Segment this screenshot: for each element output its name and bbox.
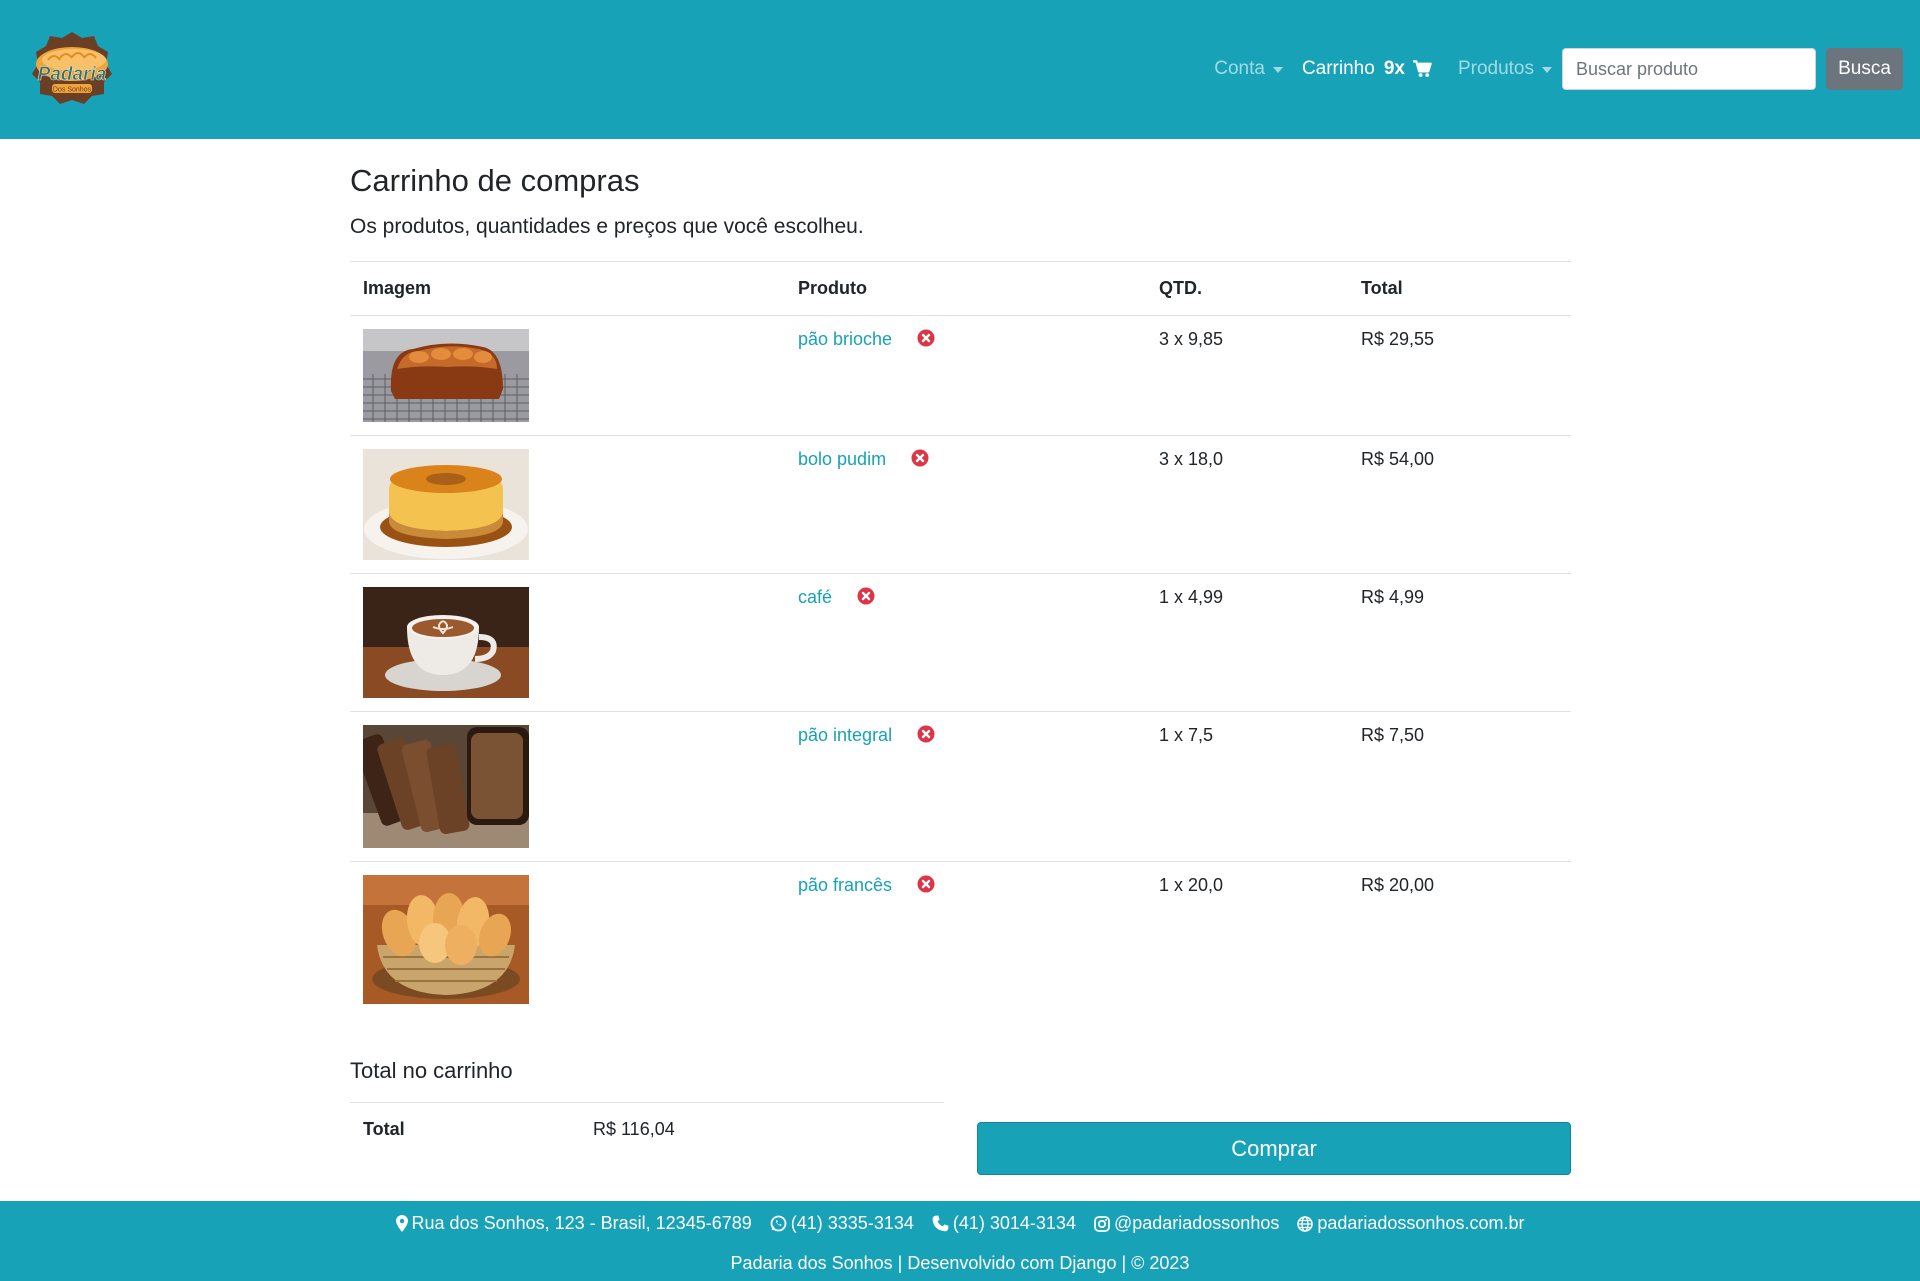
total-cell: R$ 29,55 <box>1361 329 1435 349</box>
product-image-brioche[interactable] <box>363 329 529 422</box>
whatsapp-text: (41) 3335-3134 <box>790 1213 914 1233</box>
remove-item-icon[interactable] <box>857 587 875 605</box>
footer-address: Rua dos Sonhos, 123 - Brasil, 12345-6789 <box>395 1213 752 1234</box>
summary-total-value: R$ 116,04 <box>580 1102 944 1156</box>
image-cell <box>350 573 785 712</box>
account-dropdown[interactable]: Conta <box>1214 58 1283 80</box>
product-link[interactable]: pão brioche <box>798 329 892 349</box>
summary-table: Total R$ 116,04 <box>350 1102 944 1156</box>
image-cell <box>350 316 785 436</box>
footer-phone[interactable]: (41) 3014-3134 <box>932 1213 1076 1234</box>
header-total: Total <box>1348 261 1571 316</box>
search-input[interactable] <box>1562 48 1816 90</box>
table-row: pão brioche 3 x 9,85 R$ 29,55 <box>350 316 1571 436</box>
chevron-down-icon <box>1272 67 1283 73</box>
product-link[interactable]: café <box>798 587 832 607</box>
summary-total-label: Total <box>350 1102 580 1156</box>
instagram-text: @padariadossonhos <box>1113 1213 1280 1233</box>
products-dropdown[interactable]: Produtos <box>1458 58 1552 80</box>
products-label: Produtos <box>1457 58 1534 79</box>
footer-contacts: Rua dos Sonhos, 123 - Brasil, 12345-6789… <box>0 1213 1920 1234</box>
page-subtitle: Os produtos, quantidades e preços que vo… <box>350 215 864 238</box>
search-button[interactable]: Busca <box>1826 48 1903 90</box>
total-cell: R$ 54,00 <box>1348 435 1571 574</box>
table-header-row: Imagem Produto QTD. Total <box>350 261 1571 316</box>
product-image-bolo-pudim[interactable] <box>363 449 529 560</box>
brand-logo[interactable]: Padaria Dos Sonhos <box>30 30 114 106</box>
product-image-pao-integral[interactable] <box>363 725 529 848</box>
image-cell <box>350 711 785 862</box>
footer-website[interactable]: padariadossonhos.com.br <box>1297 1213 1524 1234</box>
account-label: Conta <box>1214 58 1265 79</box>
chevron-down-icon <box>1542 67 1552 73</box>
svg-text:Dos Sonhos: Dos Sonhos <box>53 87 92 94</box>
navbar: Padaria Dos Sonhos Conta Carrinho 9x Pro… <box>0 0 1920 139</box>
product-cell: bolo pudim <box>785 435 1146 574</box>
page-title: Carrinho de compras <box>350 163 640 198</box>
footer-whatsapp[interactable]: (41) 3335-3134 <box>770 1213 914 1234</box>
product-cell: pão brioche <box>785 316 1146 436</box>
address-text: Rua dos Sonhos, 123 - Brasil, 12345-6789 <box>411 1213 752 1233</box>
product-link[interactable]: pão integral <box>798 725 892 745</box>
header-image: Imagem <box>350 261 785 316</box>
phone-text: (41) 3014-3134 <box>952 1213 1076 1233</box>
summary-title: Total no carrinho <box>350 1058 513 1083</box>
instagram-icon <box>1094 1215 1110 1232</box>
cart-label: Carrinho <box>1301 58 1375 79</box>
buy-button[interactable]: Comprar <box>977 1122 1571 1175</box>
remove-item-icon[interactable] <box>911 449 929 467</box>
footer: Rua dos Sonhos, 123 - Brasil, 12345-6789… <box>0 1201 1920 1281</box>
qty-cell: 3 x 9,85 <box>1159 329 1224 349</box>
qty-cell: 1 x 20,0 <box>1146 861 1348 1017</box>
cart-table: Imagem Produto QTD. Total pão brioche 3 … <box>350 261 1571 1017</box>
table-row: pão francês 1 x 20,0 R$ 20,00 <box>350 861 1571 1017</box>
whatsapp-icon <box>770 1215 787 1232</box>
remove-item-icon[interactable] <box>917 329 935 347</box>
qty-cell: 1 x 4,99 <box>1146 573 1348 712</box>
map-marker-icon <box>395 1215 408 1232</box>
website-text: padariadossonhos.com.br <box>1317 1213 1525 1233</box>
phone-icon <box>932 1215 949 1232</box>
table-row: café 1 x 4,99 R$ 4,99 <box>350 573 1571 712</box>
footer-credits: Padaria dos Sonhos | Desenvolvido com Dj… <box>730 1253 1190 1273</box>
product-link[interactable]: bolo pudim <box>798 449 886 469</box>
cart-icon <box>1412 60 1432 78</box>
qty-cell: 3 x 18,0 <box>1146 435 1348 574</box>
product-image-pao-frances[interactable] <box>363 875 529 1004</box>
product-cell: pão francês <box>785 861 1146 1017</box>
product-cell: pão integral <box>785 711 1146 862</box>
nav-menu: Conta Carrinho 9x Produtos Busca <box>1214 48 1903 90</box>
table-row: pão integral 1 x 7,5 R$ 7,50 <box>350 711 1571 862</box>
total-cell: R$ 20,00 <box>1348 861 1571 1017</box>
cart-link[interactable]: Carrinho 9x <box>1302 58 1432 80</box>
image-cell <box>350 435 785 574</box>
product-image-cafe[interactable] <box>363 587 529 698</box>
total-cell: R$ 4,99 <box>1348 573 1571 712</box>
product-cell: café <box>785 573 1146 712</box>
header-qty: QTD. <box>1146 261 1348 316</box>
product-link[interactable]: pão francês <box>798 875 892 895</box>
remove-item-icon[interactable] <box>917 725 935 743</box>
header-product: Produto <box>785 261 1146 316</box>
footer-instagram[interactable]: @padariadossonhos <box>1094 1213 1279 1234</box>
qty-cell: 1 x 7,5 <box>1146 711 1348 862</box>
remove-item-icon[interactable] <box>917 875 935 893</box>
globe-icon <box>1297 1215 1314 1232</box>
cart-count-badge: 9x <box>1383 58 1405 79</box>
svg-text:Padaria: Padaria <box>38 64 107 85</box>
summary-row: Total R$ 116,04 <box>350 1102 944 1156</box>
total-cell: R$ 7,50 <box>1348 711 1571 862</box>
table-row: bolo pudim 3 x 18,0 R$ 54,00 <box>350 435 1571 574</box>
image-cell <box>350 861 785 1017</box>
